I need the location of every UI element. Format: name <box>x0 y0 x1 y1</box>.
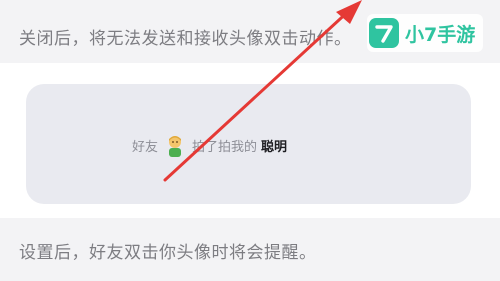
preview-suffix-label: 聪明 <box>261 139 288 155</box>
brand-name: 小7手游 <box>405 23 476 46</box>
brand-logo-icon <box>369 18 399 48</box>
preview-friend-label: 好友 <box>132 139 159 155</box>
top-description: 关闭后，将无法发送和接收头像双击动作。 <box>19 29 352 49</box>
brand-watermark: 小7手游 <box>367 14 484 52</box>
bottom-description: 设置后，好友双击你头像时将会提醒。 <box>19 243 317 263</box>
pat-preview-message: 好友 拍了拍我的 聪明 <box>132 132 287 158</box>
preview-action-label: 拍了拍我的 <box>192 139 258 155</box>
person-avatar-icon <box>162 132 188 158</box>
